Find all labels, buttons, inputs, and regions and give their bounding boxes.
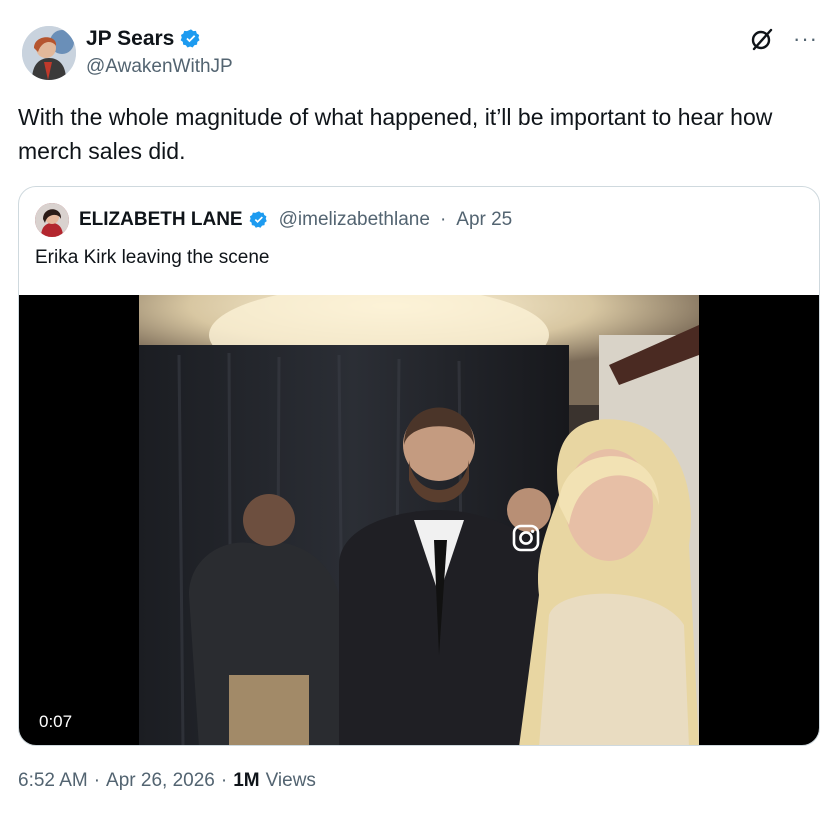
quoted-author-name[interactable]: ELIZABETH LANE [79, 209, 243, 231]
quoted-author-avatar[interactable] [35, 203, 69, 237]
tweet-text: With the whole magnitude of what happene… [18, 104, 773, 164]
quoted-date[interactable]: Apr 25 [456, 209, 512, 231]
meta-separator: · [220, 770, 228, 791]
tweet-meta: 6:52 AM · Apr 26, 2026 · 1M Views [18, 770, 316, 792]
video-still [139, 295, 699, 745]
quoted-header: ELIZABETH LANE @imelizabethlane · Apr 25 [35, 203, 512, 237]
tweet-date[interactable]: Apr 26, 2026 [106, 770, 215, 792]
video-player[interactable]: 0:07 [19, 295, 819, 745]
quoted-separator: · [439, 209, 447, 230]
quoted-author-handle[interactable]: @imelizabethlane [279, 209, 430, 231]
meta-separator: · [93, 770, 101, 791]
grok-icon[interactable] [749, 26, 775, 52]
verified-badge-icon [249, 211, 267, 228]
more-options-icon[interactable]: ··· [793, 28, 818, 50]
instagram-icon [512, 524, 540, 552]
video-frame[interactable] [139, 295, 699, 745]
verified-badge-icon [181, 29, 200, 48]
author-handle[interactable]: @AwakenWithJP [86, 56, 233, 78]
author-name[interactable]: JP Sears [86, 27, 174, 51]
views-count[interactable]: 1M [233, 770, 259, 792]
tweet-actions-top: ··· [749, 26, 818, 52]
tweet-time[interactable]: 6:52 AM [18, 770, 88, 792]
tweet-header: JP Sears @AwakenWithJP ··· [22, 22, 822, 86]
quoted-text: Erika Kirk leaving the scene [35, 247, 270, 268]
author-name-row: JP Sears [86, 26, 202, 52]
quoted-tweet[interactable]: ELIZABETH LANE @imelizabethlane · Apr 25… [18, 186, 820, 746]
video-duration: 0:07 [33, 709, 79, 735]
views-label: Views [265, 770, 316, 791]
author-avatar[interactable] [22, 26, 76, 80]
